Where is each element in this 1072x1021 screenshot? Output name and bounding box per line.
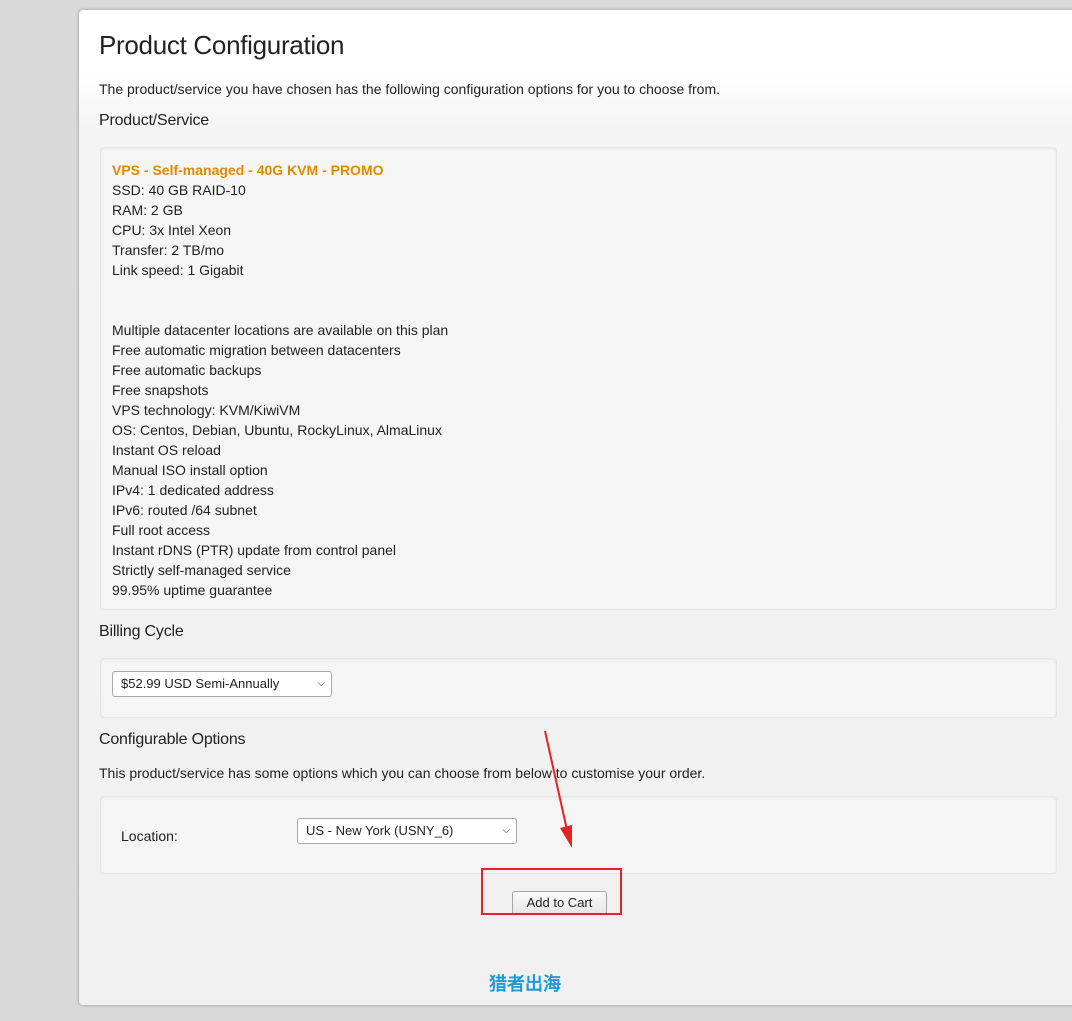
billing-cycle-heading: Billing Cycle (99, 623, 184, 640)
feature-line: VPS technology: KVM/KiwiVM (112, 402, 301, 418)
spec-line: Link speed: 1 Gigabit (112, 262, 244, 278)
feature-line: Strictly self-managed service (112, 562, 291, 578)
feature-line: Multiple datacenter locations are availa… (112, 322, 449, 338)
chevron-down-icon: ⌵ (502, 825, 510, 836)
feature-line: Manual ISO install option (112, 462, 268, 478)
feature-line: Free snapshots (112, 382, 209, 398)
page-title: Product Configuration (99, 30, 345, 60)
product-service-heading: Product/Service (99, 112, 209, 129)
page-intro: The product/service you have chosen has … (99, 81, 721, 97)
feature-line: IPv4: 1 dedicated address (112, 482, 274, 498)
feature-line: IPv6: routed /64 subnet (112, 502, 257, 518)
feature-line: Full root access (112, 522, 211, 538)
billing-cycle-panel: $52.99 USD Semi-Annually ⌵ (100, 658, 1057, 718)
spec-line: RAM: 2 GB (112, 202, 183, 218)
annotation-highlight-box (481, 868, 622, 915)
configurable-options-intro: This product/service has some options wh… (99, 765, 706, 781)
feature-line: Free automatic backups (112, 362, 262, 378)
location-select[interactable]: US - New York (USNY_6) ⌵ (297, 818, 517, 844)
location-label: Location: (121, 828, 178, 844)
product-details-panel: VPS - Self-managed - 40G KVM - PROMO SSD… (100, 147, 1057, 610)
spec-line: CPU: 3x Intel Xeon (112, 222, 232, 238)
location-value: US - New York (USNY_6) (306, 823, 454, 838)
watermark-text: 猎者出海 (489, 974, 561, 994)
feature-line: Instant rDNS (PTR) update from control p… (112, 542, 397, 558)
product-configuration-card: Product Configuration The product/servic… (79, 10, 1072, 1005)
feature-line: OS: Centos, Debian, Ubuntu, RockyLinux, … (112, 422, 442, 438)
billing-cycle-value: $52.99 USD Semi-Annually (121, 676, 280, 691)
feature-line: Free automatic migration between datacen… (112, 342, 401, 358)
configurable-options-heading: Configurable Options (99, 731, 246, 748)
configurable-options-panel: Location: US - New York (USNY_6) ⌵ (100, 796, 1057, 874)
spec-line: Transfer: 2 TB/mo (112, 242, 225, 258)
feature-line: 99.95% uptime guarantee (112, 582, 273, 598)
spec-line: SSD: 40 GB RAID-10 (112, 182, 246, 198)
chevron-down-icon: ⌵ (317, 678, 325, 689)
product-name: VPS - Self-managed - 40G KVM - PROMO (112, 162, 384, 178)
billing-cycle-select[interactable]: $52.99 USD Semi-Annually ⌵ (112, 671, 332, 697)
feature-line: Instant OS reload (112, 442, 221, 458)
